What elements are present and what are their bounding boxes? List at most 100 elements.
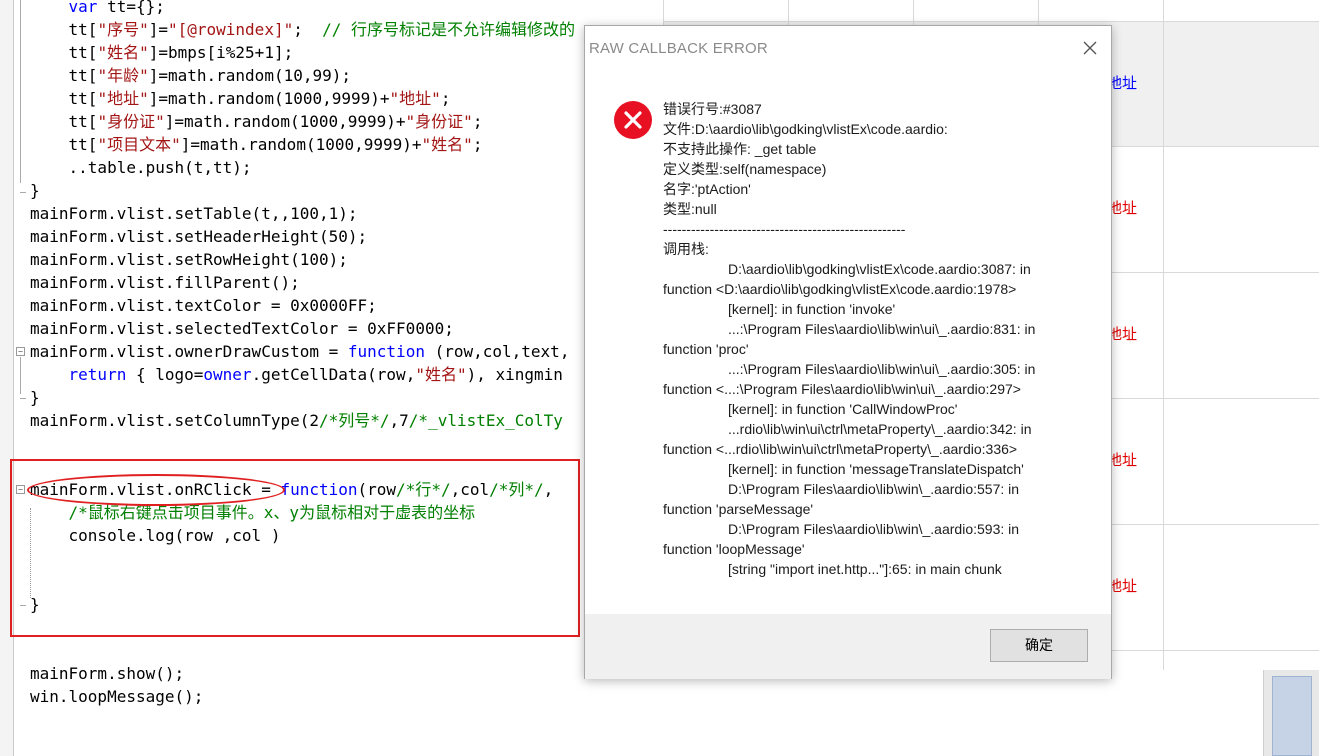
- message-line: D:\Program Files\aardio\lib\win\_.aardio…: [728, 521, 1020, 537]
- ok-button[interactable]: 确定: [990, 629, 1088, 662]
- code-token: "[@rowindex]": [167, 20, 294, 39]
- code-token: mainForm.vlist.setRowHeight(100);: [30, 250, 348, 269]
- code-token: "姓名": [415, 365, 467, 384]
- message-line: D:\aardio\lib\godking\vlistEx\code.aardi…: [728, 261, 1031, 277]
- code-token: var: [68, 0, 98, 16]
- code-line: mainForm.vlist.setHeaderHeight(50);: [30, 225, 367, 248]
- code-token: "序号": [97, 20, 149, 39]
- grid-col-line: [1163, 0, 1164, 670]
- code-token: ..table.push(t,tt);: [30, 158, 252, 177]
- code-token: win.loopMessage();: [30, 687, 204, 706]
- code-token: tt[: [30, 43, 98, 62]
- message-line: 错误行号:#3087: [663, 101, 762, 117]
- code-token: ), xingmin: [466, 365, 563, 384]
- line-number-marker: [0, 685, 12, 708]
- message-line: 调用栈:: [663, 241, 709, 257]
- code-token: "年龄": [97, 66, 149, 85]
- dialog-title: RAW CALLBACK ERROR: [589, 40, 768, 57]
- message-line: function 'parseMessage': [663, 501, 814, 517]
- code-line: mainForm.vlist.setTable(t,,100,1);: [30, 202, 358, 225]
- code-line: tt["姓名"]=bmps[i%25+1];: [30, 41, 294, 64]
- code-token: mainForm.vlist.textColor = 0x0000FF;: [30, 296, 377, 315]
- message-line: [kernel]: in function 'messageTranslateD…: [728, 461, 1024, 477]
- code-line: ..table.push(t,tt);: [30, 156, 252, 179]
- line-number-marker: [0, 409, 12, 432]
- fold-toggle-icon[interactable]: −: [16, 347, 25, 356]
- code-line: mainForm.vlist.ownerDrawCustom = functio…: [30, 340, 569, 363]
- line-number-marker: [0, 0, 12, 18]
- message-line: D:\Program Files\aardio\lib\win\_.aardio…: [728, 481, 1020, 497]
- code-line: return { logo=owner.getCellData(row,"姓名"…: [30, 363, 563, 386]
- code-token: ]=math.random(1000,9999)+: [148, 89, 390, 108]
- code-token: tt={};: [97, 0, 165, 16]
- message-line: ----------------------------------------…: [663, 221, 906, 237]
- code-token: ;: [472, 135, 483, 154]
- line-number-marker: [0, 110, 12, 133]
- message-line: function <...:\Program Files\aardio\lib\…: [663, 381, 1021, 397]
- line-number-marker: [0, 225, 12, 248]
- line-number-marker: [0, 41, 12, 64]
- line-number-marker: [0, 133, 12, 156]
- code-line: mainForm.show();: [30, 662, 184, 685]
- message-line: function 'loopMessage': [663, 541, 805, 557]
- code-token: ]=bmps[i%25+1];: [148, 43, 294, 62]
- code-token: "地址": [97, 89, 149, 108]
- message-line: ...:\Program Files\aardio\lib\win\ui\_.a…: [728, 361, 1036, 377]
- code-token: tt[: [30, 135, 98, 154]
- line-number-marker: [0, 248, 12, 271]
- code-token: mainForm.vlist.setHeaderHeight(50);: [30, 227, 368, 246]
- code-line: mainForm.vlist.setColumnType(2/*列号*/,7/*…: [30, 409, 563, 432]
- code-token: tt[: [30, 112, 98, 131]
- code-token: mainForm.show();: [30, 664, 185, 683]
- close-icon[interactable]: [1081, 39, 1099, 57]
- scrollbar-thumb[interactable]: [1272, 676, 1312, 756]
- error-dialog[interactable]: RAW CALLBACK ERROR 错误行号:#3087 文件:D:\aardi…: [584, 25, 1112, 679]
- message-line: [kernel]: in function 'CallWindowProc': [728, 401, 958, 417]
- line-number-marker: [0, 271, 12, 294]
- message-line: 不支持此操作: _get table: [663, 141, 817, 157]
- line-number-marker: [0, 639, 12, 662]
- message-line: ...rdio\lib\win\ui\ctrl\metaProperty\_.a…: [728, 421, 1032, 437]
- code-token: mainForm.vlist.selectedTextColor = 0xFF0…: [30, 319, 454, 338]
- code-token: tt[: [30, 89, 98, 108]
- code-token: mainForm.vlist.fillParent();: [30, 273, 300, 292]
- code-token: tt[: [30, 66, 98, 85]
- line-number-marker: [0, 87, 12, 110]
- code-line: mainForm.vlist.setRowHeight(100);: [30, 248, 348, 271]
- annotation-ellipse: [27, 474, 285, 506]
- code-token: "姓名": [421, 135, 473, 154]
- fold-end-mark: [20, 398, 26, 399]
- grid-scrollbar[interactable]: [1263, 670, 1319, 756]
- line-number-marker: [0, 363, 12, 386]
- code-line: tt["项目文本"]=math.random(1000,9999)+"姓名";: [30, 133, 483, 156]
- code-token: "项目文本": [97, 135, 181, 154]
- dialog-footer: 确定: [585, 614, 1111, 679]
- code-line: win.loopMessage();: [30, 685, 203, 708]
- code-token: mainForm.vlist.setTable(t,,100,1);: [30, 204, 358, 223]
- code-line: mainForm.vlist.selectedTextColor = 0xFF0…: [30, 317, 454, 340]
- code-token: ;: [472, 112, 483, 131]
- code-token: return: [68, 365, 127, 384]
- code-token: }: [30, 181, 40, 200]
- code-token: { logo=: [126, 365, 204, 384]
- code-line: var tt={};: [30, 0, 165, 18]
- line-number-marker: [0, 662, 12, 685]
- message-line: 定义类型:self(namespace): [663, 161, 827, 177]
- message-line: 类型:null: [663, 201, 717, 217]
- code-token: "姓名": [97, 43, 149, 62]
- code-line: tt["地址"]=math.random(1000,9999)+"地址";: [30, 87, 451, 110]
- code-token: ,7: [389, 411, 409, 430]
- message-line: function <...rdio\lib\win\ui\ctrl\metaPr…: [663, 441, 1018, 457]
- line-number-marker: [0, 386, 12, 409]
- code-token: /*列号*/: [318, 411, 390, 430]
- code-token: /*_vlistEx_ColTy: [408, 411, 563, 430]
- grid-row-line: [663, 21, 1319, 22]
- code-line: mainForm.vlist.fillParent();: [30, 271, 300, 294]
- line-number-marker: [0, 179, 12, 202]
- line-number-marker: [0, 18, 12, 41]
- code-line: }: [30, 386, 40, 409]
- line-number-gutter: [0, 0, 14, 756]
- message-line: [kernel]: in function 'invoke': [728, 301, 896, 317]
- code-token: (row,col,text,: [424, 342, 570, 361]
